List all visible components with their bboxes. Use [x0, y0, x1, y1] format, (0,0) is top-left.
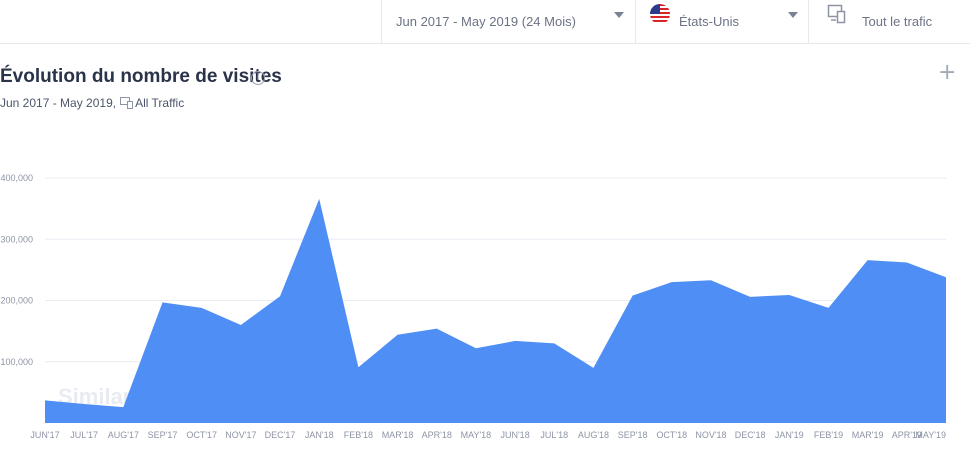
traffic-label: Tout le trafic — [862, 14, 933, 29]
subtitle-traffic: All Traffic — [135, 96, 185, 110]
y-tick-label: 200,000 — [0, 296, 33, 306]
info-icon[interactable]: i — [251, 71, 265, 85]
x-tick-label: MAR'18 — [382, 430, 414, 440]
date-range-dropdown[interactable]: Jun 2017 - May 2019 (24 Mois) — [381, 0, 635, 43]
x-tick-label: FEB'19 — [814, 430, 843, 440]
chevron-down-icon — [614, 12, 624, 18]
x-tick-label: OCT'17 — [186, 430, 217, 440]
visits-area — [45, 198, 946, 423]
devices-icon — [827, 4, 846, 24]
area-series — [45, 198, 946, 423]
x-axis-ticks: JUN'17 JUL'17 AUG'17 SEP'17 OCT'17 NOV'17 DEC'… — [30, 430, 946, 440]
x-tick-label: MAY'19 — [915, 430, 946, 440]
x-tick-label: JUL'17 — [70, 430, 98, 440]
chart-title: Évolution du nombre de visites — [0, 66, 282, 87]
add-icon[interactable]: + — [938, 62, 956, 84]
date-range-label: Jun 2017 - May 2019 (24 Mois) — [396, 14, 576, 29]
x-tick-label: SEP'18 — [618, 430, 648, 440]
x-tick-label: APR'18 — [422, 430, 452, 440]
y-tick-label: 400,000 — [0, 173, 33, 183]
chevron-down-icon — [788, 12, 798, 18]
x-tick-label: JAN'19 — [775, 430, 804, 440]
country-dropdown[interactable]: États-Unis — [635, 0, 808, 43]
devices-icon — [120, 97, 134, 109]
x-tick-label: OCT'18 — [656, 430, 687, 440]
chart-subtitle: Jun 2017 - May 2019, All Traffic — [0, 96, 184, 110]
us-flag-icon — [650, 4, 670, 24]
x-tick-label: DEC'18 — [735, 430, 766, 440]
x-tick-label: FEB'18 — [344, 430, 373, 440]
x-tick-label: JUL'18 — [540, 430, 568, 440]
filter-bar: Jun 2017 - May 2019 (24 Mois) États-Unis… — [0, 0, 970, 44]
x-tick-label: MAR'19 — [852, 430, 884, 440]
y-tick-label: 100,000 — [0, 357, 33, 367]
x-tick-label: JUN'18 — [500, 430, 529, 440]
country-label: États-Unis — [679, 14, 739, 29]
subtitle-period: Jun 2017 - May 2019, — [0, 96, 117, 110]
x-tick-label: NOV'17 — [225, 430, 256, 440]
y-axis-ticks: 100,000 200,000 300,000 400,000 — [0, 173, 33, 367]
x-tick-label: JAN'18 — [305, 430, 334, 440]
x-tick-label: AUG'18 — [578, 430, 609, 440]
x-tick-label: JUN'17 — [30, 430, 59, 440]
x-tick-label: NOV'18 — [695, 430, 726, 440]
visits-area-chart: SimilarWeb 100,000200,000300,000400,000 … — [0, 173, 946, 440]
x-tick-label: SEP'17 — [148, 430, 178, 440]
y-tick-label: 300,000 — [0, 234, 33, 244]
x-tick-label: AUG'17 — [108, 430, 139, 440]
x-tick-label: DEC'17 — [265, 430, 296, 440]
traffic-dropdown[interactable]: Tout le trafic — [808, 0, 970, 43]
x-tick-label: MAY'18 — [461, 430, 492, 440]
